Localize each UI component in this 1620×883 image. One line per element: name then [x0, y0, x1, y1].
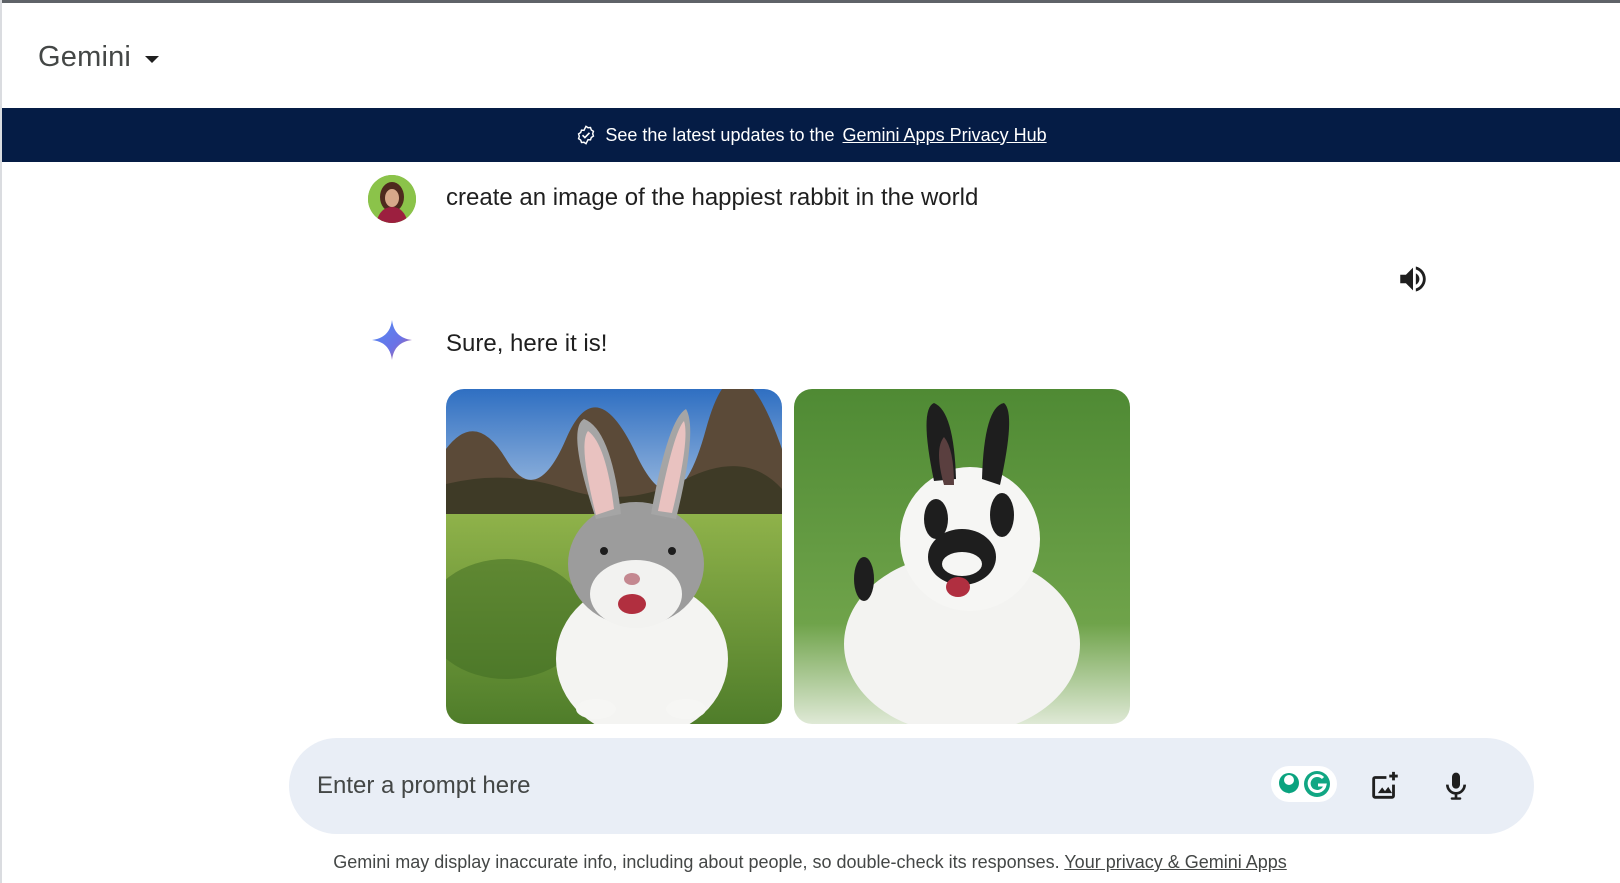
privacy-hub-link[interactable]: Gemini Apps Privacy Hub: [843, 125, 1047, 146]
speaker-icon[interactable]: [1396, 262, 1430, 296]
add-image-icon: [1372, 771, 1398, 799]
model-switcher[interactable]: Gemini: [38, 41, 160, 74]
prompt-bar: [289, 738, 1534, 834]
window-left-border: [0, 0, 2, 883]
gray-white-rabbit-image: [446, 389, 782, 724]
add-image-button[interactable]: [1365, 766, 1405, 806]
gemini-spark-icon: [370, 318, 414, 362]
generated-image-1[interactable]: [446, 389, 782, 724]
caret-down-icon: [145, 55, 160, 63]
extension-icons: [1271, 766, 1337, 802]
generated-image-2[interactable]: [794, 389, 1130, 724]
conversation-area: create an image of the happiest rabbit i…: [0, 162, 1620, 737]
verified-badge-icon: [578, 125, 595, 145]
black-white-rabbit-image: [794, 389, 1130, 724]
app-title: Gemini: [38, 41, 132, 73]
privacy-banner: See the latest updates to the Gemini App…: [2, 108, 1620, 162]
microphone-icon: [1446, 772, 1466, 800]
app-header: Gemini: [2, 3, 1620, 108]
privacy-link[interactable]: Your privacy & Gemini Apps: [1064, 852, 1286, 872]
banner-text: See the latest updates to the: [605, 124, 835, 145]
microphone-button[interactable]: [1436, 766, 1476, 806]
prompt-input[interactable]: [317, 764, 1217, 808]
user-prompt-text: create an image of the happiest rabbit i…: [446, 184, 979, 211]
model-reply-text: Sure, here it is!: [446, 330, 608, 357]
footer-disclaimer: Gemini may display inaccurate info, incl…: [0, 852, 1620, 873]
user-avatar[interactable]: [368, 175, 416, 223]
disclaimer-text: Gemini may display inaccurate info, incl…: [333, 852, 1060, 872]
